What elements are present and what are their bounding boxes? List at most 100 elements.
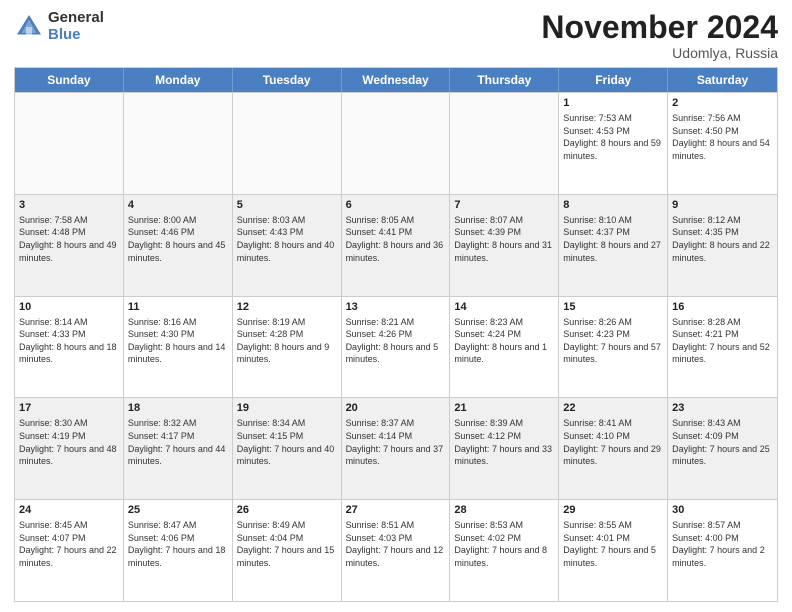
sunrise-text: Sunrise: 8:16 AM [128,316,228,329]
daylight-text: Daylight: 7 hours and 22 minutes. [19,544,119,569]
calendar: SundayMondayTuesdayWednesdayThursdayFrid… [14,67,778,602]
sunset-text: Sunset: 4:21 PM [672,328,773,341]
cell-info: Sunrise: 8:23 AMSunset: 4:24 PMDaylight:… [454,316,554,366]
calendar-row-3: 10Sunrise: 8:14 AMSunset: 4:33 PMDayligh… [15,296,777,398]
cell-info: Sunrise: 8:00 AMSunset: 4:46 PMDaylight:… [128,214,228,264]
sunrise-text: Sunrise: 8:34 AM [237,417,337,430]
daylight-text: Daylight: 7 hours and 2 minutes. [672,544,773,569]
cell-info: Sunrise: 8:43 AMSunset: 4:09 PMDaylight:… [672,417,773,467]
logo-general-text: General [48,10,104,27]
daylight-text: Daylight: 7 hours and 8 minutes. [454,544,554,569]
daylight-text: Daylight: 7 hours and 37 minutes. [346,443,446,468]
sunset-text: Sunset: 4:03 PM [346,532,446,545]
sunrise-text: Sunrise: 8:45 AM [19,519,119,532]
cell-info: Sunrise: 8:32 AMSunset: 4:17 PMDaylight:… [128,417,228,467]
sunrise-text: Sunrise: 8:26 AM [563,316,663,329]
day-number: 3 [19,198,119,213]
calendar-row-5: 24Sunrise: 8:45 AMSunset: 4:07 PMDayligh… [15,499,777,601]
daylight-text: Daylight: 8 hours and 45 minutes. [128,239,228,264]
calendar-cell: 3Sunrise: 7:58 AMSunset: 4:48 PMDaylight… [15,195,124,296]
calendar-cell: 8Sunrise: 8:10 AMSunset: 4:37 PMDaylight… [559,195,668,296]
calendar-cell: 20Sunrise: 8:37 AMSunset: 4:14 PMDayligh… [342,398,451,499]
calendar-header-row: SundayMondayTuesdayWednesdayThursdayFrid… [15,68,777,92]
cell-info: Sunrise: 8:51 AMSunset: 4:03 PMDaylight:… [346,519,446,569]
calendar-cell: 24Sunrise: 8:45 AMSunset: 4:07 PMDayligh… [15,500,124,601]
day-number: 22 [563,401,663,416]
header-day-sunday: Sunday [15,68,124,92]
day-number: 14 [454,300,554,315]
calendar-cell: 5Sunrise: 8:03 AMSunset: 4:43 PMDaylight… [233,195,342,296]
sunset-text: Sunset: 4:09 PM [672,430,773,443]
cell-info: Sunrise: 8:28 AMSunset: 4:21 PMDaylight:… [672,316,773,366]
day-number: 19 [237,401,337,416]
daylight-text: Daylight: 8 hours and 5 minutes. [346,341,446,366]
calendar-cell: 17Sunrise: 8:30 AMSunset: 4:19 PMDayligh… [15,398,124,499]
sunrise-text: Sunrise: 8:55 AM [563,519,663,532]
daylight-text: Daylight: 7 hours and 12 minutes. [346,544,446,569]
sunset-text: Sunset: 4:30 PM [128,328,228,341]
calendar-cell: 19Sunrise: 8:34 AMSunset: 4:15 PMDayligh… [233,398,342,499]
cell-info: Sunrise: 8:19 AMSunset: 4:28 PMDaylight:… [237,316,337,366]
calendar-cell: 1Sunrise: 7:53 AMSunset: 4:53 PMDaylight… [559,93,668,194]
calendar-cell [124,93,233,194]
sunset-text: Sunset: 4:19 PM [19,430,119,443]
daylight-text: Daylight: 7 hours and 25 minutes. [672,443,773,468]
sunset-text: Sunset: 4:14 PM [346,430,446,443]
sunset-text: Sunset: 4:37 PM [563,226,663,239]
cell-info: Sunrise: 8:14 AMSunset: 4:33 PMDaylight:… [19,316,119,366]
daylight-text: Daylight: 8 hours and 49 minutes. [19,239,119,264]
sunset-text: Sunset: 4:26 PM [346,328,446,341]
cell-info: Sunrise: 8:57 AMSunset: 4:00 PMDaylight:… [672,519,773,569]
cell-info: Sunrise: 8:47 AMSunset: 4:06 PMDaylight:… [128,519,228,569]
logo: General Blue [14,10,104,43]
sunrise-text: Sunrise: 8:21 AM [346,316,446,329]
cell-info: Sunrise: 8:34 AMSunset: 4:15 PMDaylight:… [237,417,337,467]
day-number: 23 [672,401,773,416]
calendar-cell: 9Sunrise: 8:12 AMSunset: 4:35 PMDaylight… [668,195,777,296]
sunset-text: Sunset: 4:02 PM [454,532,554,545]
cell-info: Sunrise: 8:03 AMSunset: 4:43 PMDaylight:… [237,214,337,264]
sunrise-text: Sunrise: 8:07 AM [454,214,554,227]
daylight-text: Daylight: 7 hours and 40 minutes. [237,443,337,468]
day-number: 27 [346,503,446,518]
day-number: 28 [454,503,554,518]
sunrise-text: Sunrise: 7:58 AM [19,214,119,227]
day-number: 12 [237,300,337,315]
daylight-text: Daylight: 7 hours and 33 minutes. [454,443,554,468]
cell-info: Sunrise: 8:37 AMSunset: 4:14 PMDaylight:… [346,417,446,467]
sunrise-text: Sunrise: 8:30 AM [19,417,119,430]
calendar-row-1: 1Sunrise: 7:53 AMSunset: 4:53 PMDaylight… [15,92,777,194]
calendar-cell [342,93,451,194]
sunrise-text: Sunrise: 8:43 AM [672,417,773,430]
logo-text: General Blue [48,10,104,43]
calendar-cell: 29Sunrise: 8:55 AMSunset: 4:01 PMDayligh… [559,500,668,601]
daylight-text: Daylight: 7 hours and 44 minutes. [128,443,228,468]
calendar-cell: 14Sunrise: 8:23 AMSunset: 4:24 PMDayligh… [450,297,559,398]
sunset-text: Sunset: 4:48 PM [19,226,119,239]
day-number: 18 [128,401,228,416]
cell-info: Sunrise: 8:05 AMSunset: 4:41 PMDaylight:… [346,214,446,264]
day-number: 2 [672,96,773,111]
calendar-cell: 21Sunrise: 8:39 AMSunset: 4:12 PMDayligh… [450,398,559,499]
logo-icon [14,12,44,42]
daylight-text: Daylight: 7 hours and 18 minutes. [128,544,228,569]
calendar-cell: 13Sunrise: 8:21 AMSunset: 4:26 PMDayligh… [342,297,451,398]
day-number: 4 [128,198,228,213]
cell-info: Sunrise: 8:07 AMSunset: 4:39 PMDaylight:… [454,214,554,264]
sunrise-text: Sunrise: 8:10 AM [563,214,663,227]
calendar-cell: 10Sunrise: 8:14 AMSunset: 4:33 PMDayligh… [15,297,124,398]
daylight-text: Daylight: 7 hours and 15 minutes. [237,544,337,569]
cell-info: Sunrise: 7:58 AMSunset: 4:48 PMDaylight:… [19,214,119,264]
sunset-text: Sunset: 4:12 PM [454,430,554,443]
cell-info: Sunrise: 8:49 AMSunset: 4:04 PMDaylight:… [237,519,337,569]
day-number: 7 [454,198,554,213]
day-number: 1 [563,96,663,111]
calendar-cell: 6Sunrise: 8:05 AMSunset: 4:41 PMDaylight… [342,195,451,296]
calendar-cell: 26Sunrise: 8:49 AMSunset: 4:04 PMDayligh… [233,500,342,601]
sunset-text: Sunset: 4:17 PM [128,430,228,443]
calendar-cell: 30Sunrise: 8:57 AMSunset: 4:00 PMDayligh… [668,500,777,601]
cell-info: Sunrise: 8:21 AMSunset: 4:26 PMDaylight:… [346,316,446,366]
calendar-cell: 2Sunrise: 7:56 AMSunset: 4:50 PMDaylight… [668,93,777,194]
day-number: 24 [19,503,119,518]
cell-info: Sunrise: 8:55 AMSunset: 4:01 PMDaylight:… [563,519,663,569]
